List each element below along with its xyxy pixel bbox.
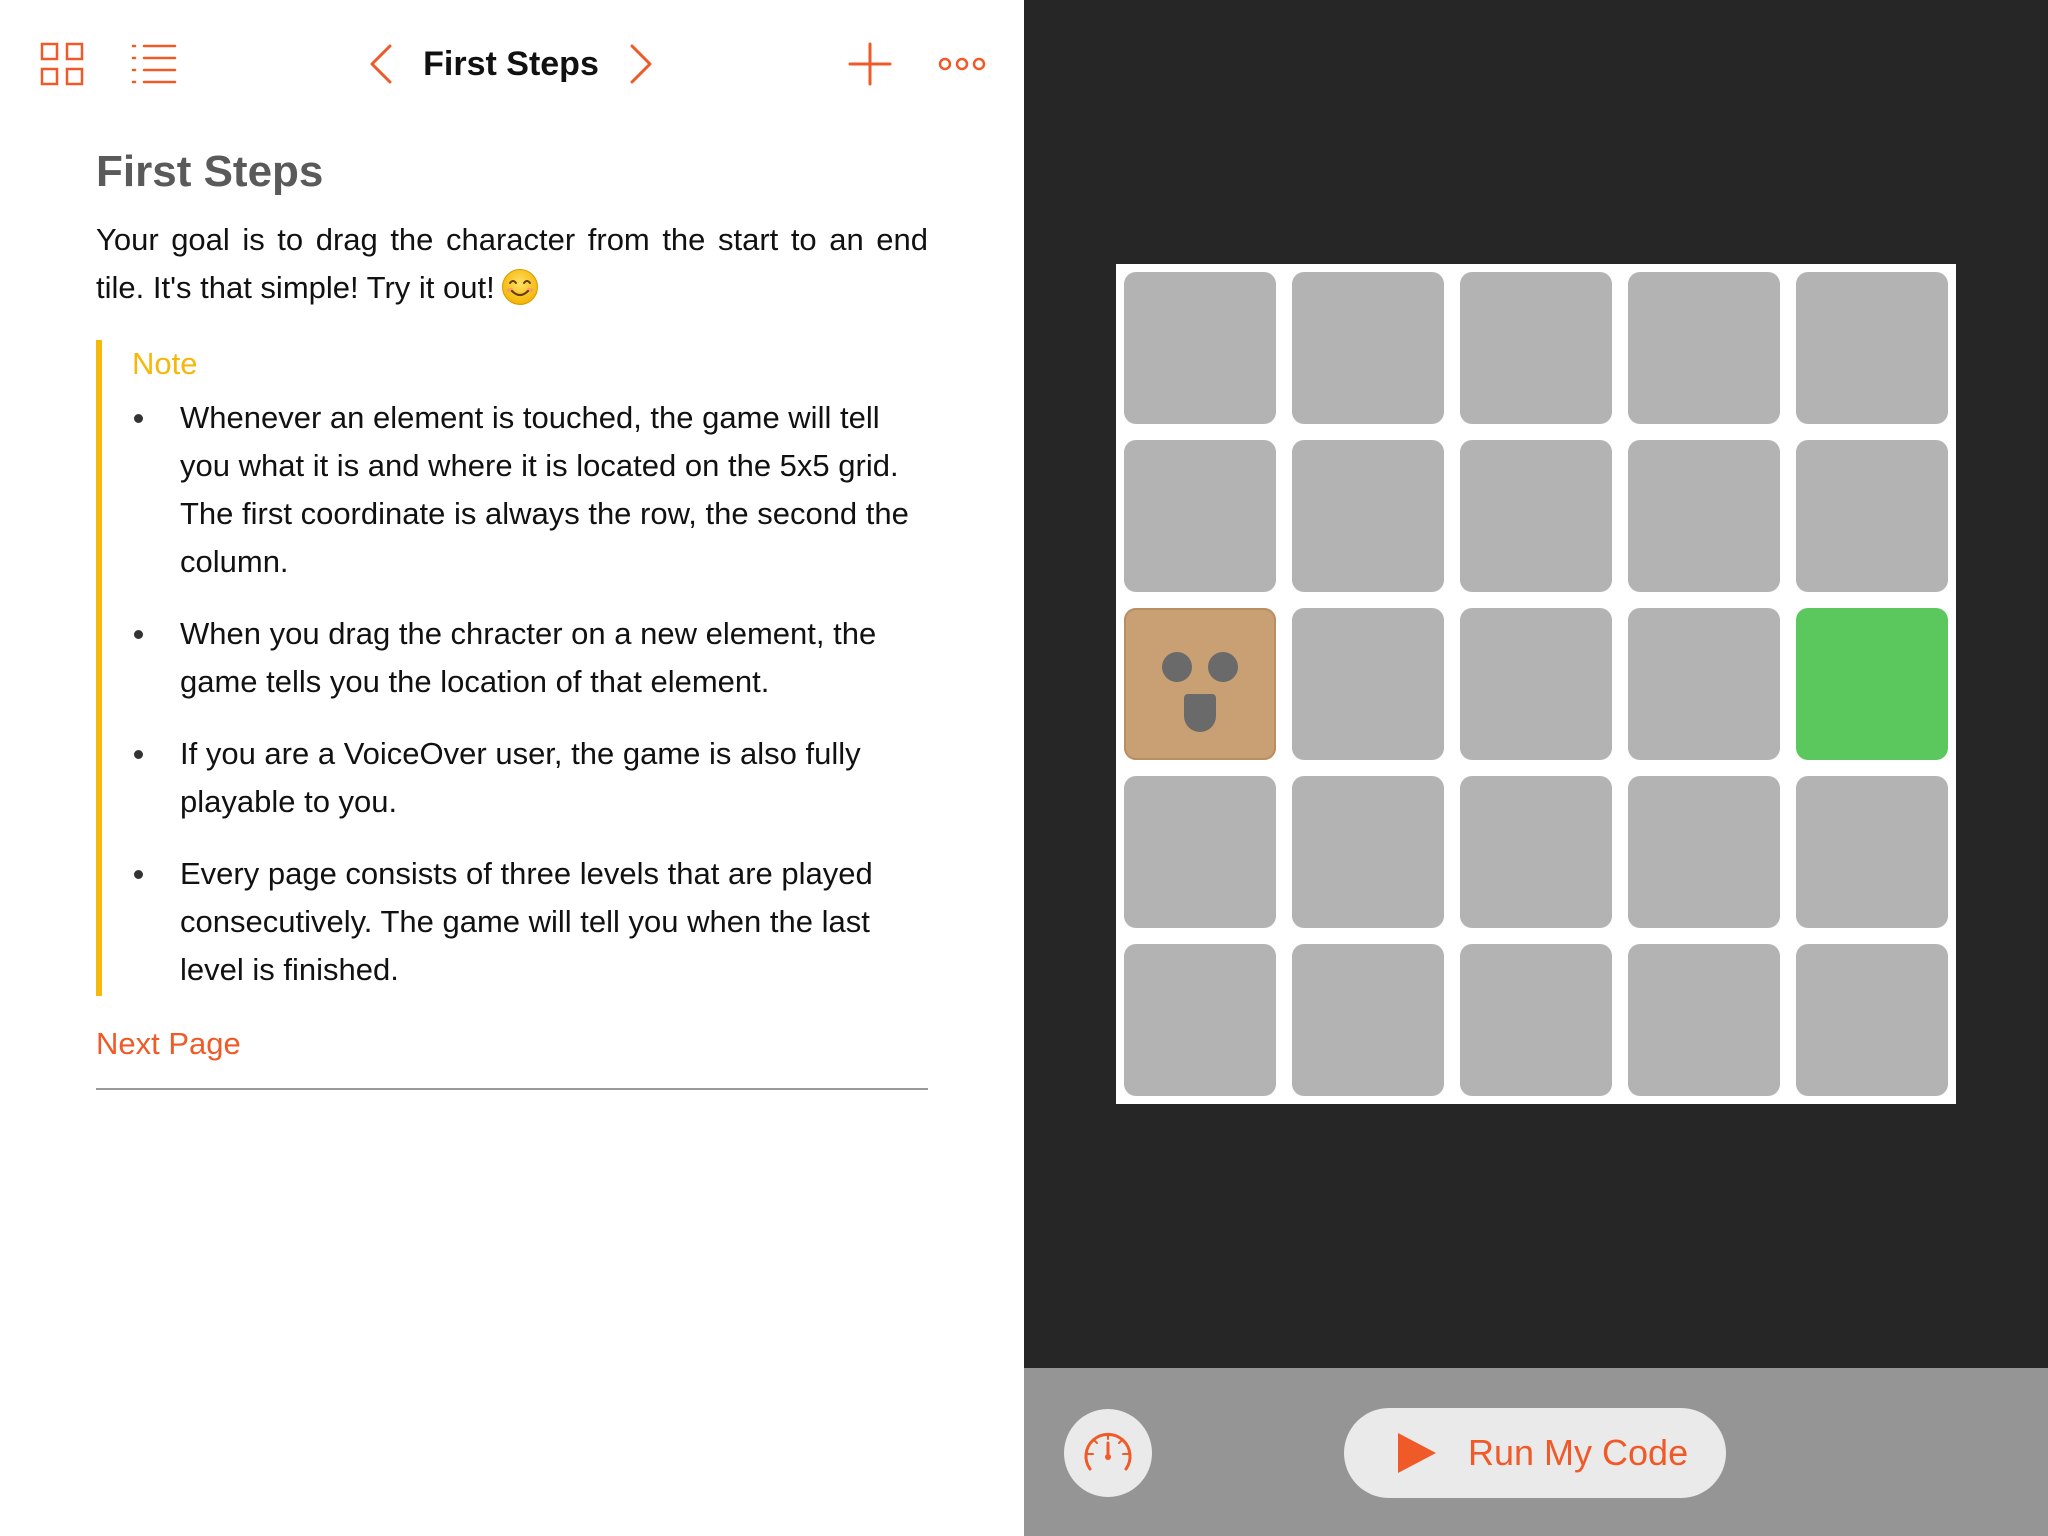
note-list: Whenever an element is touched, the game… xyxy=(132,394,928,996)
grid-tile[interactable] xyxy=(1796,944,1948,1096)
character-eye xyxy=(1162,652,1192,682)
grid-tile[interactable] xyxy=(1124,776,1276,928)
play-icon xyxy=(1398,1433,1436,1473)
end-tile[interactable] xyxy=(1796,608,1948,760)
next-page-link[interactable]: Next Page xyxy=(96,1022,928,1066)
bullet-icon xyxy=(134,870,143,879)
character-mouth xyxy=(1184,694,1216,732)
speedometer-icon xyxy=(1084,1432,1132,1471)
bullet-icon xyxy=(134,750,143,759)
chevron-right-icon[interactable] xyxy=(626,40,656,88)
chevron-left-icon[interactable] xyxy=(366,40,396,88)
grid-tile[interactable] xyxy=(1292,776,1444,928)
divider xyxy=(96,1088,928,1090)
list-icon[interactable] xyxy=(130,42,178,86)
grid-tile[interactable] xyxy=(1796,440,1948,592)
lesson-pane: First Steps First Steps Your goal is to … xyxy=(0,0,1024,1536)
toolbar: First Steps xyxy=(0,0,1024,128)
note-item-text: Whenever an element is touched, the game… xyxy=(180,400,909,579)
grid-tile[interactable] xyxy=(1124,440,1276,592)
grid-tile[interactable] xyxy=(1460,440,1612,592)
grid-tile[interactable] xyxy=(1628,608,1780,760)
grid-tile[interactable] xyxy=(1628,776,1780,928)
smiley-face-icon xyxy=(501,268,539,306)
bullet-icon xyxy=(134,630,143,639)
note-item: When you drag the chracter on a new elem… xyxy=(132,610,928,706)
live-view: Run My Code xyxy=(1024,0,2048,1536)
grid-tile[interactable] xyxy=(1292,272,1444,424)
note-callout: Note Whenever an element is touched, the… xyxy=(96,340,928,996)
grid-tile[interactable] xyxy=(1628,272,1780,424)
note-item-text: If you are a VoiceOver user, the game is… xyxy=(180,736,861,819)
grid-tile[interactable] xyxy=(1460,776,1612,928)
grid-tile[interactable] xyxy=(1124,272,1276,424)
lesson-content: First Steps Your goal is to drag the cha… xyxy=(96,140,928,1090)
bottom-bar: Run My Code xyxy=(1024,1368,2048,1536)
grid-tile[interactable] xyxy=(1796,776,1948,928)
grid-tile[interactable] xyxy=(1460,608,1612,760)
character-eye xyxy=(1208,652,1238,682)
intro-paragraph: Your goal is to drag the character from … xyxy=(96,216,928,312)
grid-tile[interactable] xyxy=(1292,608,1444,760)
grid-icon[interactable] xyxy=(40,42,84,86)
grid-tile[interactable] xyxy=(1292,440,1444,592)
more-icon[interactable] xyxy=(938,50,986,78)
game-board xyxy=(1116,264,1956,1104)
grid-tile[interactable] xyxy=(1460,944,1612,1096)
grid-tile[interactable] xyxy=(1628,944,1780,1096)
plus-icon[interactable] xyxy=(846,40,894,88)
grid-tile[interactable] xyxy=(1124,944,1276,1096)
speed-button[interactable] xyxy=(1064,1409,1152,1497)
note-item: Every page consists of three levels that… xyxy=(132,850,928,996)
page-title: First Steps xyxy=(423,45,599,83)
bullet-icon xyxy=(134,414,143,423)
run-my-code-button[interactable]: Run My Code xyxy=(1344,1408,1726,1498)
note-item: Whenever an element is touched, the game… xyxy=(132,394,928,586)
note-item-text: Every page consists of three levels that… xyxy=(180,856,873,987)
note-label: Note xyxy=(132,346,198,381)
grid-tile[interactable] xyxy=(1628,440,1780,592)
note-item-text: When you drag the chracter on a new elem… xyxy=(180,616,877,699)
note-item: If you are a VoiceOver user, the game is… xyxy=(132,730,928,826)
grid-tile[interactable] xyxy=(1292,944,1444,1096)
run-my-code-label: Run My Code xyxy=(1468,1432,1689,1473)
grid-tile[interactable] xyxy=(1796,272,1948,424)
grid-tile[interactable] xyxy=(1460,272,1612,424)
character-tile[interactable] xyxy=(1124,608,1276,760)
lesson-heading: First Steps xyxy=(96,147,324,196)
